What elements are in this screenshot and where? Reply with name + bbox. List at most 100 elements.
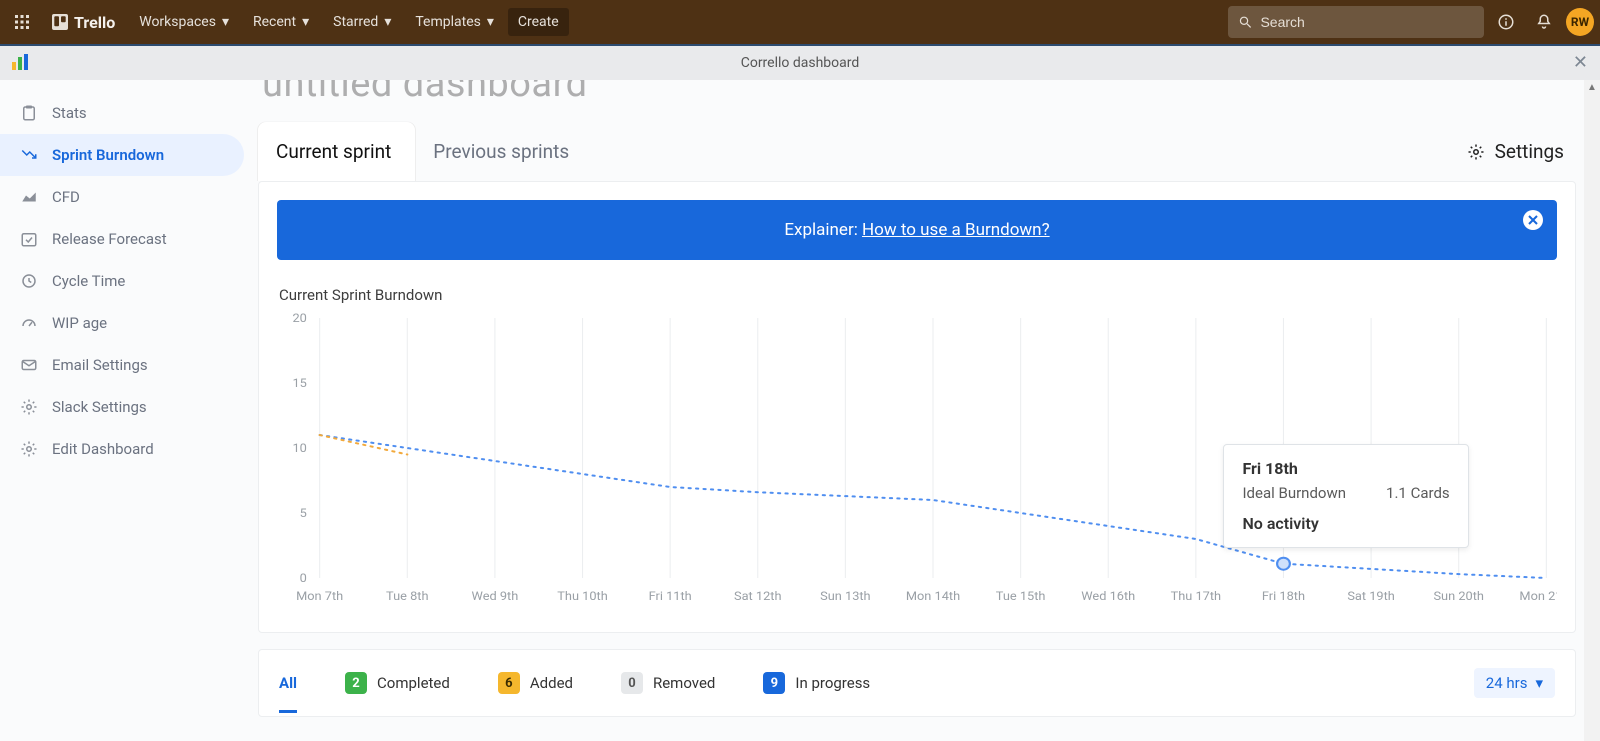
- burndown-card: Explainer: How to use a Burndown? Curren…: [258, 181, 1576, 633]
- tooltip-series: Ideal Burndown: [1242, 484, 1346, 502]
- create-button[interactable]: Create: [508, 8, 569, 36]
- activity-filter-card: All 2 Completed 6 Added 0 Removed 9 In progr…: [258, 649, 1576, 717]
- avatar[interactable]: RW: [1566, 8, 1594, 36]
- sidebar-item-stats[interactable]: Stats: [0, 92, 244, 134]
- gear-icon: [1467, 143, 1485, 161]
- badge-count: 9: [763, 672, 785, 694]
- svg-text:Sat 12th: Sat 12th: [734, 589, 781, 604]
- banner-close-icon[interactable]: [1523, 210, 1543, 230]
- modal-title: Corrello dashboard: [741, 55, 860, 71]
- svg-text:Tue 15th: Tue 15th: [996, 589, 1046, 604]
- svg-text:Mon 21st: Mon 21st: [1519, 589, 1557, 604]
- page-title: untitled dashboard: [262, 80, 588, 106]
- sidebar-item-label: WIP age: [52, 314, 107, 332]
- app-switcher-icon[interactable]: [6, 6, 38, 38]
- scrollbar[interactable]: ▲: [1584, 80, 1600, 741]
- explainer-banner: Explainer: How to use a Burndown?: [277, 200, 1557, 260]
- sidebar-item-label: Cycle Time: [52, 272, 125, 290]
- filter-completed[interactable]: 2 Completed: [345, 672, 450, 694]
- svg-text:20: 20: [292, 311, 306, 326]
- svg-text:Thu 10th: Thu 10th: [557, 589, 607, 604]
- search-input[interactable]: [1260, 14, 1474, 30]
- svg-text:Tue 8th: Tue 8th: [386, 589, 428, 604]
- sidebar-item-label: Sprint Burndown: [52, 146, 164, 164]
- filter-label: Completed: [377, 674, 450, 692]
- badge-count: 6: [498, 672, 520, 694]
- sidebar-item-label: CFD: [52, 188, 80, 206]
- sidebar-item-cycle-time[interactable]: Cycle Time: [0, 260, 244, 302]
- info-icon[interactable]: [1490, 6, 1522, 38]
- svg-text:Sun 13th: Sun 13th: [820, 589, 870, 604]
- trello-topbar: Trello Workspaces▾ Recent▾ Starred▾ Temp…: [0, 0, 1600, 44]
- svg-text:Mon 7th: Mon 7th: [296, 589, 343, 604]
- banner-link[interactable]: How to use a Burndown?: [862, 220, 1050, 240]
- tooltip-date: Fri 18th: [1242, 459, 1449, 478]
- svg-text:Wed 16th: Wed 16th: [1081, 589, 1135, 604]
- bell-icon[interactable]: [1528, 6, 1560, 38]
- sidebar-item-edit-dashboard[interactable]: Edit Dashboard: [0, 428, 244, 470]
- time-range-select[interactable]: 24 hrs▾: [1474, 668, 1555, 698]
- badge-count: 0: [621, 672, 643, 694]
- tab-previous-sprints[interactable]: Previous sprints: [415, 122, 593, 181]
- tab-current-sprint[interactable]: Current sprint: [258, 122, 415, 181]
- svg-text:10: 10: [292, 441, 306, 456]
- svg-text:Thu 17th: Thu 17th: [1171, 589, 1221, 604]
- tooltip-value: 1.1 Cards: [1386, 484, 1450, 502]
- corrello-logo-icon: [10, 52, 30, 76]
- gauge-icon: [20, 314, 38, 332]
- clipboard-icon: [20, 104, 38, 122]
- sidebar-item-release-forecast[interactable]: Release Forecast: [0, 218, 244, 260]
- tabs: Current sprint Previous sprints Settings: [258, 122, 1576, 181]
- svg-text:Fri 18th: Fri 18th: [1262, 589, 1305, 604]
- trello-logo-text: Trello: [74, 13, 115, 32]
- svg-text:Sun 20th: Sun 20th: [1433, 589, 1483, 604]
- svg-text:5: 5: [300, 506, 307, 521]
- sidebar-item-label: Stats: [52, 104, 87, 122]
- calendar-check-icon: [20, 230, 38, 248]
- settings-link[interactable]: Settings: [1467, 140, 1576, 163]
- close-icon[interactable]: ✕: [1573, 52, 1588, 73]
- search-icon: [1238, 14, 1252, 30]
- sidebar-item-wip-age[interactable]: WIP age: [0, 302, 244, 344]
- banner-prefix: Explainer:: [784, 220, 862, 240]
- gear-icon: [20, 398, 38, 416]
- filter-label: Removed: [653, 674, 715, 692]
- badge-count: 2: [345, 672, 367, 694]
- menu-starred[interactable]: Starred▾: [323, 8, 401, 36]
- chart-tooltip: Fri 18th Ideal Burndown 1.1 Cards No act…: [1223, 444, 1468, 548]
- svg-text:Fri 11th: Fri 11th: [649, 589, 692, 604]
- powerup-modal: Corrello dashboard ✕ Stats Sprint Burndo…: [0, 44, 1600, 741]
- gear-icon: [20, 440, 38, 458]
- svg-text:15: 15: [292, 376, 306, 391]
- mail-icon: [20, 356, 38, 374]
- sidebar-item-label: Release Forecast: [52, 230, 167, 248]
- sidebar: Stats Sprint Burndown CFD Release Foreca…: [0, 80, 250, 741]
- menu-recent[interactable]: Recent▾: [243, 8, 319, 36]
- svg-text:Mon 14th: Mon 14th: [906, 589, 960, 604]
- sidebar-item-sprint-burndown[interactable]: Sprint Burndown: [0, 134, 244, 176]
- search-box[interactable]: [1228, 6, 1484, 38]
- sidebar-item-label: Slack Settings: [52, 398, 147, 416]
- burndown-chart[interactable]: 0 5 10 15 20 Mon 7th Tue 8th Wed 9th Thu 10th Fri…: [277, 308, 1557, 608]
- trend-down-icon: [20, 146, 38, 164]
- sidebar-item-label: Edit Dashboard: [52, 440, 154, 458]
- svg-text:0: 0: [300, 571, 307, 586]
- svg-text:Wed 9th: Wed 9th: [472, 589, 519, 604]
- sidebar-item-cfd[interactable]: CFD: [0, 176, 244, 218]
- filter-label: In progress: [795, 674, 870, 692]
- filter-label: Added: [530, 674, 573, 692]
- trello-board-icon: [52, 14, 68, 30]
- menu-workspaces[interactable]: Workspaces▾: [129, 8, 239, 36]
- filter-all[interactable]: All: [279, 674, 297, 713]
- filter-added[interactable]: 6 Added: [498, 672, 573, 694]
- settings-label: Settings: [1495, 140, 1564, 163]
- tooltip-no-activity: No activity: [1242, 514, 1449, 533]
- chart-title: Current Sprint Burndown: [279, 286, 1557, 304]
- filter-inprogress[interactable]: 9 In progress: [763, 672, 870, 694]
- sidebar-item-slack-settings[interactable]: Slack Settings: [0, 386, 244, 428]
- menu-templates[interactable]: Templates▾: [405, 8, 504, 36]
- trello-logo[interactable]: Trello: [42, 7, 125, 38]
- sidebar-item-email-settings[interactable]: Email Settings: [0, 344, 244, 386]
- filter-removed[interactable]: 0 Removed: [621, 672, 715, 694]
- main-area: untitled dashboard Current sprint Previo…: [250, 80, 1600, 741]
